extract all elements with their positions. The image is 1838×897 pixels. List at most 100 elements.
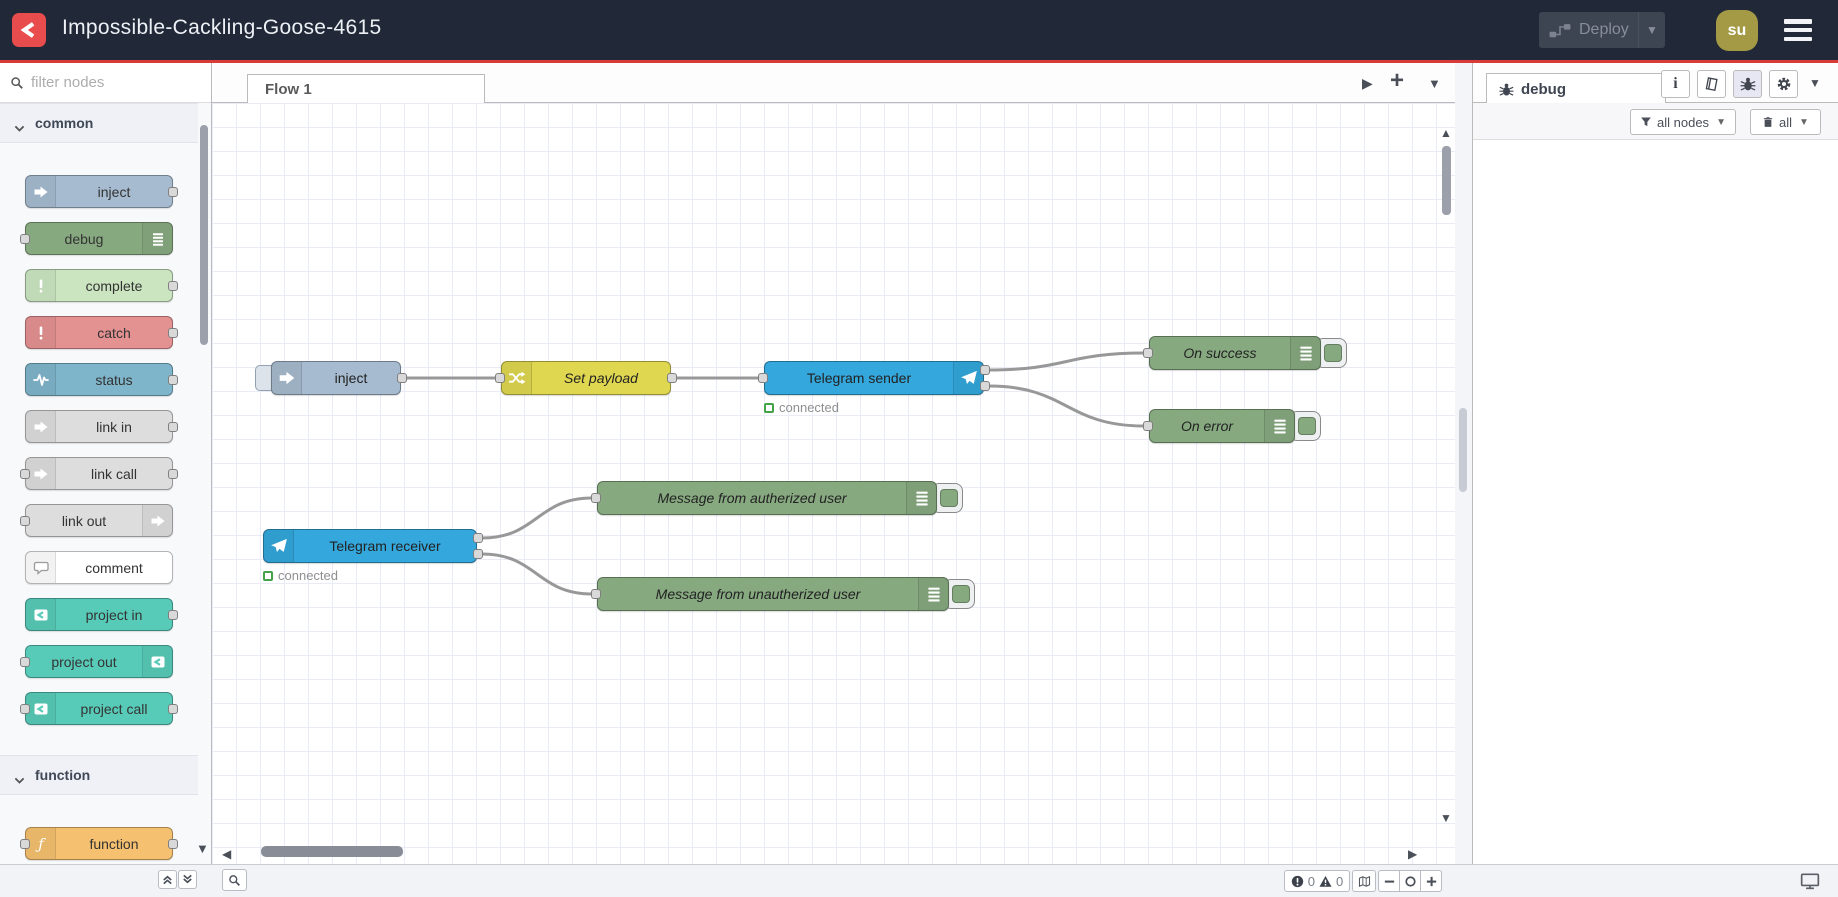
node-output-port[interactable] <box>397 373 407 383</box>
deploy-button[interactable]: Deploy ▼ <box>1539 12 1665 48</box>
node-output-port[interactable] <box>168 704 178 714</box>
node-output-port-1[interactable] <box>473 533 483 543</box>
flow-node-message-from-unautherized-user[interactable]: Message from unautherized user <box>591 577 975 611</box>
config-panel-button[interactable] <box>1769 70 1798 98</box>
debug-toggle-state <box>952 585 970 603</box>
tab-debug[interactable]: debug <box>1486 73 1666 104</box>
flow-node-message-from-autherized-user[interactable]: Message from autherized user <box>591 481 963 515</box>
node-input-port[interactable] <box>20 234 30 244</box>
node-input-port[interactable] <box>591 493 601 503</box>
search-icon <box>229 874 240 886</box>
palette-node-complete[interactable]: complete <box>25 269 178 302</box>
telegram-icon <box>264 530 294 562</box>
node-output-port-2[interactable] <box>473 549 483 559</box>
add-flow-icon[interactable]: + <box>1390 67 1404 95</box>
tab-next-icon[interactable]: ▶ <box>1362 75 1373 92</box>
node-input-port[interactable] <box>591 589 601 599</box>
node-output-port[interactable] <box>667 373 677 383</box>
flow-node-telegram-receiver[interactable]: Telegram receiver <box>263 529 483 563</box>
debug-clear-button[interactable]: all ▼ <box>1750 109 1821 135</box>
node-input-port[interactable] <box>1143 348 1153 358</box>
chevron-down-icon <box>14 119 25 132</box>
debug-filter-button[interactable]: all nodes ▼ <box>1630 109 1736 135</box>
splitter-grip[interactable] <box>1459 408 1467 492</box>
node-input-port[interactable] <box>495 373 505 383</box>
flow-node-label: Telegram sender <box>806 370 912 386</box>
palette-scroll-down-icon[interactable]: ▼ <box>196 841 209 856</box>
flow-canvas[interactable]: inject Set payload Telegram sender connecte… <box>212 103 1455 864</box>
workspace-tab-bar: Flow 1 ▶ + ▼ <box>212 63 1455 104</box>
palette-node-project-out[interactable]: project out <box>20 645 173 678</box>
node-input-port[interactable] <box>20 516 30 526</box>
palette-content: common inject debug complete catch status link… <box>0 103 198 864</box>
zoom-in-button[interactable] <box>1420 870 1442 892</box>
node-output-port[interactable] <box>168 839 178 849</box>
palette-node-status[interactable]: status <box>25 363 178 396</box>
node-input-port[interactable] <box>20 839 30 849</box>
palette-node-link-out[interactable]: link out <box>20 504 173 537</box>
palette-category-common[interactable]: common <box>0 103 198 143</box>
navigator-button[interactable] <box>1352 870 1376 892</box>
node-input-port[interactable] <box>20 704 30 714</box>
palette-node-inject[interactable]: inject <box>25 175 178 208</box>
palette-category-function[interactable]: function <box>0 755 198 795</box>
palette-node-catch[interactable]: catch <box>25 316 178 349</box>
gear-icon <box>1777 77 1790 91</box>
tab-list-chevron-icon[interactable]: ▼ <box>1428 76 1441 91</box>
node-output-port[interactable] <box>168 469 178 479</box>
zoom-out-button[interactable] <box>1378 870 1400 892</box>
sidebar-menu-chevron-icon[interactable]: ▼ <box>1809 76 1821 90</box>
trash-icon <box>1763 117 1773 127</box>
palette-filter-row <box>0 63 211 103</box>
collapse-categories-button[interactable] <box>158 870 177 889</box>
node-input-port[interactable] <box>758 373 768 383</box>
expand-debug-window-button[interactable] <box>1800 871 1820 891</box>
footer-bar: 0 0 <box>0 864 1838 897</box>
flow-node-label: inject <box>334 370 368 386</box>
node-input-port[interactable] <box>1143 421 1153 431</box>
palette-scrollbar-thumb[interactable] <box>200 125 208 345</box>
palette-node-debug[interactable]: debug <box>20 222 173 255</box>
debug-messages-panel <box>1473 140 1838 864</box>
flow-node-inject[interactable]: inject <box>255 361 407 395</box>
palette-node-function[interactable]: ƒ function <box>20 827 178 860</box>
tab-flow-1[interactable]: Flow 1 <box>247 74 485 104</box>
node-output-port[interactable] <box>168 187 178 197</box>
palette-node-project-call[interactable]: project call <box>20 692 178 725</box>
info-panel-button[interactable]: i <box>1661 70 1690 98</box>
node-output-port[interactable] <box>168 375 178 385</box>
help-panel-button[interactable] <box>1697 70 1726 98</box>
list-icon <box>1290 337 1320 369</box>
node-output-port[interactable] <box>168 422 178 432</box>
user-avatar[interactable]: su <box>1716 10 1758 51</box>
node-output-port[interactable] <box>168 281 178 291</box>
flow-node-label: Message from autherized user <box>657 490 847 506</box>
arrow-icon <box>26 176 56 207</box>
debug-toggle-state <box>1298 417 1316 435</box>
canvas-search-button[interactable] <box>222 869 247 891</box>
flow-node-on-success[interactable]: On success <box>1143 336 1347 370</box>
pulse-icon <box>26 364 56 395</box>
node-input-port[interactable] <box>20 469 30 479</box>
palette-node-link-call[interactable]: link call <box>20 457 178 490</box>
node-output-port-1[interactable] <box>980 365 990 375</box>
zoom-reset-button[interactable] <box>1399 870 1421 892</box>
flow-node-telegram-sender[interactable]: Telegram sender <box>758 361 990 395</box>
flow-node-set-payload[interactable]: Set payload <box>495 361 677 395</box>
palette-node-link-in[interactable]: link in <box>25 410 178 443</box>
expand-categories-button[interactable] <box>178 870 197 889</box>
debug-panel-button[interactable] <box>1733 70 1762 98</box>
node-output-port-2[interactable] <box>980 381 990 391</box>
node-output-port[interactable] <box>168 610 178 620</box>
node-output-port[interactable] <box>168 328 178 338</box>
main-menu-icon[interactable] <box>1784 19 1812 41</box>
chevron-down-icon: ▼ <box>1799 116 1809 128</box>
flow-node-on-error[interactable]: On error <box>1143 409 1321 443</box>
palette-node-comment[interactable]: comment <box>25 551 173 584</box>
palette-node-project-in[interactable]: project in <box>25 598 178 631</box>
function-icon: ƒ <box>26 828 56 859</box>
circle-icon <box>1404 875 1416 887</box>
palette-filter-input[interactable] <box>31 74 191 91</box>
node-input-port[interactable] <box>20 657 30 667</box>
deploy-options-chevron-icon[interactable]: ▼ <box>1639 23 1665 37</box>
